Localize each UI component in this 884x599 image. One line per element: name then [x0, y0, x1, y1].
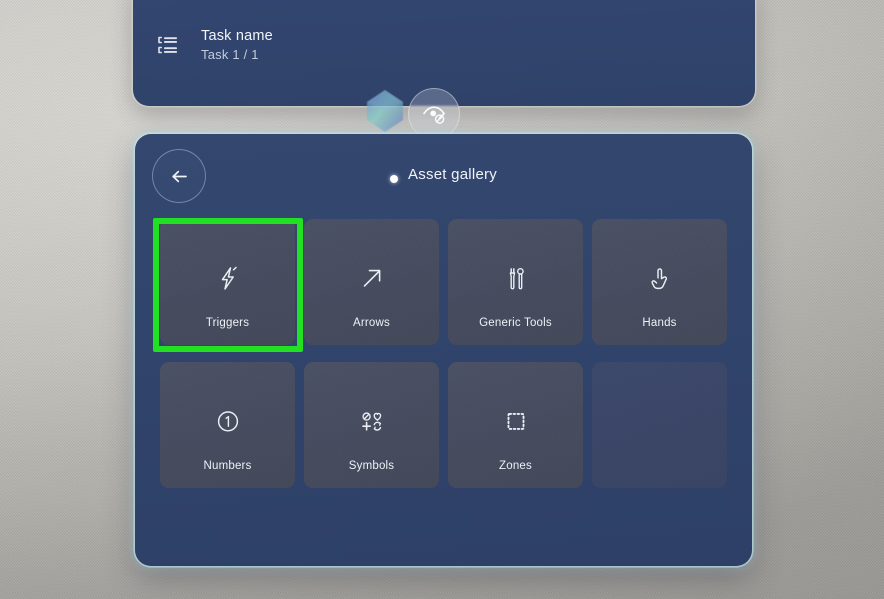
tile-zones[interactable]: Zones	[448, 362, 583, 488]
tile-empty-slot	[592, 362, 727, 488]
tile-label: Triggers	[205, 317, 250, 329]
tile-numbers[interactable]: Numbers	[160, 362, 295, 488]
gaze-cursor-dot	[389, 175, 398, 183]
tools-icon	[501, 263, 531, 293]
tile-label: Generic Tools	[479, 317, 552, 329]
hide-holograms-button[interactable]	[408, 88, 460, 140]
asset-gallery-panel: Asset gallery Triggers Arrows Generic To…	[135, 134, 752, 566]
symbols-grid-icon	[357, 406, 387, 436]
circled-one-icon	[213, 406, 243, 436]
tile-triggers[interactable]: Triggers	[160, 219, 295, 345]
tile-label: Symbols	[348, 460, 395, 472]
task-name-label: Task name	[201, 28, 273, 44]
task-progress-label: Task 1 / 1	[201, 47, 259, 62]
dotted-square-icon	[501, 406, 531, 436]
eye-off-icon	[423, 106, 446, 124]
lightning-bolt-icon	[213, 263, 243, 293]
tile-hands[interactable]: Hands	[592, 219, 727, 345]
tile-label: Zones	[499, 460, 532, 472]
gallery-header: Asset gallery	[135, 134, 752, 218]
tile-label: Arrows	[353, 317, 390, 329]
tile-generic-tools[interactable]: Generic Tools	[448, 219, 583, 345]
tile-arrows[interactable]: Arrows	[304, 219, 439, 345]
task-text-group: Task name Task 1 / 1	[201, 28, 273, 62]
tile-label: Hands	[642, 317, 677, 329]
tile-symbols[interactable]: Symbols	[304, 362, 439, 488]
pointing-hand-icon	[645, 263, 675, 293]
gallery-title-group: Asset gallery	[135, 166, 752, 183]
task-summary-row[interactable]: Task name Task 1 / 1	[155, 28, 273, 62]
arrow-up-right-icon	[357, 263, 387, 293]
task-list-icon	[155, 32, 181, 58]
page-title: Asset gallery	[407, 166, 498, 183]
tile-label: Numbers	[203, 460, 252, 472]
asset-category-grid: Triggers Arrows Generic Tools Hands Numb…	[160, 219, 727, 488]
holographic-gem-icon	[360, 86, 410, 136]
